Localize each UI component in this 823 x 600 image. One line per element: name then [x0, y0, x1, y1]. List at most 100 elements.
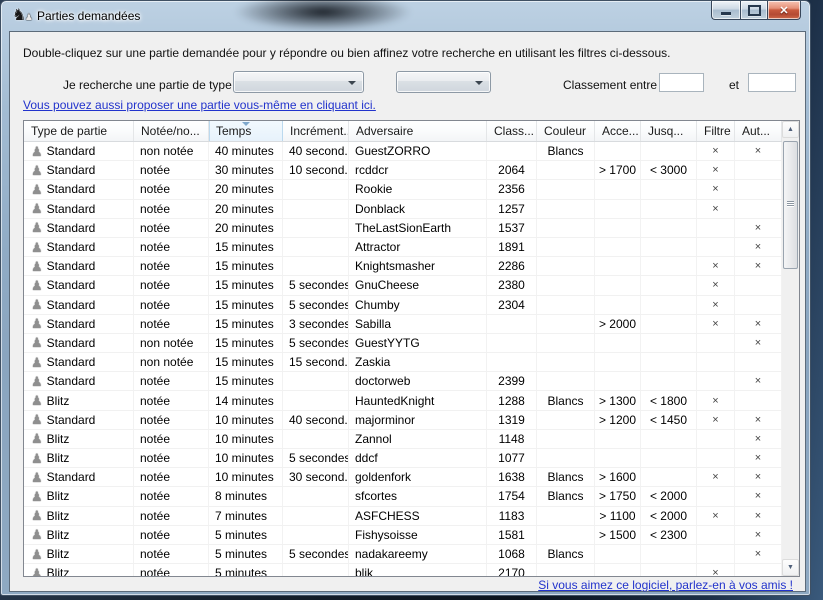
cell-accept — [595, 257, 641, 276]
table-row[interactable]: ♟Standardnotée15 minutesAttractor1891× — [24, 238, 782, 257]
cell-rating: 2286 — [487, 257, 537, 276]
cell-rated: notée — [134, 180, 209, 199]
table-row[interactable]: ♟Blitznotée14 minutesHauntedKnight1288Bl… — [24, 391, 782, 410]
column-header-type[interactable]: Type de partie — [24, 121, 134, 141]
cell-time: 10 minutes — [209, 449, 283, 468]
cell-increment: 3 secondes — [283, 315, 349, 334]
cell-rating: 1068 — [487, 545, 537, 564]
cell-until — [641, 257, 697, 276]
cell-color: Blancs — [537, 142, 595, 161]
table-row[interactable]: ♟Blitznotée5 minutesblik2170× — [24, 564, 782, 576]
title-bar: ♞ ♟ Parties demandées — [1, 1, 810, 31]
table-row[interactable]: ♟Blitznotée10 minutesZannol1148× — [24, 430, 782, 449]
minimize-button[interactable] — [711, 1, 740, 20]
cell-color — [537, 507, 595, 526]
pawn-icon: ♟ — [31, 241, 43, 254]
column-header-rating[interactable]: Class... — [487, 121, 537, 141]
table-row[interactable]: ♟Standardnotée15 minutes5 secondesGnuChe… — [24, 276, 782, 295]
table-row[interactable]: ♟Standardnotée15 minutesdoctorweb2399× — [24, 372, 782, 391]
scroll-up-button[interactable]: ▲ — [782, 121, 799, 138]
cell-accept — [595, 545, 641, 564]
column-header-accept[interactable]: Acce... — [595, 121, 641, 141]
table-row[interactable]: ♟Standardnotée15 minutes5 secondesChumby… — [24, 296, 782, 315]
cell-time: 5 minutes — [209, 545, 283, 564]
cell-increment: 30 second... — [283, 468, 349, 487]
column-header-time[interactable]: Temps — [209, 121, 283, 141]
scroll-down-button[interactable]: ▼ — [782, 559, 799, 576]
cell-auto: × — [735, 411, 782, 430]
table-row[interactable]: ♟Standardnotée10 minutes30 second...gold… — [24, 468, 782, 487]
cell-color — [537, 334, 595, 353]
column-header-rated[interactable]: Notée/no... — [134, 121, 209, 141]
cell-auto — [735, 296, 782, 315]
cell-accept — [595, 372, 641, 391]
cell-auto: × — [735, 545, 782, 564]
cell-rated: notée — [134, 449, 209, 468]
app-pawn-icon: ♟ — [25, 8, 33, 26]
cell-opponent: TheLastSionEarth — [349, 219, 487, 238]
cell-until: < 2300 — [641, 526, 697, 545]
table-row[interactable]: ♟Blitznotée7 minutesASFCHESS1183> 1100< … — [24, 507, 782, 526]
cell-rating: 1257 — [487, 200, 537, 219]
cell-increment — [283, 200, 349, 219]
table-row[interactable]: ♟Standardnon notée15 minutes15 second...… — [24, 353, 782, 372]
table-row[interactable]: ♟Blitznotée5 minutes5 secondesnadakareem… — [24, 545, 782, 564]
propose-game-link[interactable]: Vous pouvez aussi proposer une partie vo… — [23, 98, 376, 112]
rating-max-input[interactable] — [748, 73, 796, 92]
table-row[interactable]: ♟Standardnotée20 minutesTheLastSionEarth… — [24, 219, 782, 238]
table-row[interactable]: ♟Standardnotée10 minutes40 second...majo… — [24, 411, 782, 430]
column-header-until[interactable]: Jusq... — [641, 121, 697, 141]
scrollbar-thumb[interactable] — [783, 141, 798, 269]
cell-rated: notée — [134, 411, 209, 430]
table-row[interactable]: ♟Standardnotée15 minutes3 secondesSabill… — [24, 315, 782, 334]
pawn-icon: ♟ — [31, 375, 43, 388]
pawn-icon: ♟ — [31, 432, 43, 445]
cell-type: ♟Blitz — [24, 487, 134, 506]
game-type-select[interactable] — [233, 71, 364, 93]
table-row[interactable]: ♟Standardnon notée15 minutes5 secondesGu… — [24, 334, 782, 353]
game-subtype-select[interactable] — [396, 71, 491, 93]
table-row[interactable]: ♟Standardnotée15 minutesKnightsmasher228… — [24, 257, 782, 276]
cell-opponent: Knightsmasher — [349, 257, 487, 276]
cell-opponent: Sabilla — [349, 315, 487, 334]
scrollbar-grip-icon — [787, 201, 794, 207]
cell-filter — [697, 353, 735, 372]
vertical-scrollbar[interactable]: ▲ ▼ — [782, 121, 799, 576]
column-header-auto[interactable]: Aut... — [735, 121, 782, 141]
share-link[interactable]: Si vous aimez ce logiciel, parlez-en à v… — [538, 578, 793, 592]
close-button[interactable]: ✕ — [768, 1, 801, 20]
cell-time: 10 minutes — [209, 411, 283, 430]
cell-opponent: doctorweb — [349, 372, 487, 391]
cell-opponent: ASFCHESS — [349, 507, 487, 526]
cell-color: Blancs — [537, 487, 595, 506]
cell-color — [537, 161, 595, 180]
table-row[interactable]: ♟Standardnotée30 minutes10 second...rcdd… — [24, 161, 782, 180]
column-header-opponent[interactable]: Adversaire — [349, 121, 487, 141]
table-row[interactable]: ♟Standardnotée20 minutesRookie2356× — [24, 180, 782, 199]
column-header-increment[interactable]: Incrément... — [283, 121, 349, 141]
table-row[interactable]: ♟Standardnotée20 minutesDonblack1257× — [24, 200, 782, 219]
cell-increment — [283, 391, 349, 410]
column-header-filter[interactable]: Filtre — [697, 121, 735, 141]
maximize-button[interactable] — [740, 1, 768, 20]
cell-auto: × — [735, 372, 782, 391]
cell-filter — [697, 430, 735, 449]
cell-opponent: GnuCheese — [349, 276, 487, 295]
games-table: Type de partieNotée/no...TempsIncrément.… — [23, 120, 800, 577]
cell-filter — [697, 219, 735, 238]
cell-filter: × — [697, 507, 735, 526]
cell-increment — [283, 372, 349, 391]
rating-min-input[interactable] — [659, 73, 704, 92]
cell-color — [537, 353, 595, 372]
cell-auto — [735, 353, 782, 372]
cell-auto — [735, 276, 782, 295]
column-header-color[interactable]: Couleur — [537, 121, 595, 141]
cell-time: 10 minutes — [209, 468, 283, 487]
cell-time: 15 minutes — [209, 372, 283, 391]
table-row[interactable]: ♟Blitznotée10 minutes5 secondesddcf1077× — [24, 449, 782, 468]
table-row[interactable]: ♟Standardnon notée40 minutes40 second...… — [24, 142, 782, 161]
cell-opponent: GuestZORRO — [349, 142, 487, 161]
table-row[interactable]: ♟Blitznotée5 minutesFishysoisse1581> 150… — [24, 526, 782, 545]
table-row[interactable]: ♟Blitznotée8 minutessfcortes1754Blancs> … — [24, 487, 782, 506]
cell-time: 15 minutes — [209, 257, 283, 276]
